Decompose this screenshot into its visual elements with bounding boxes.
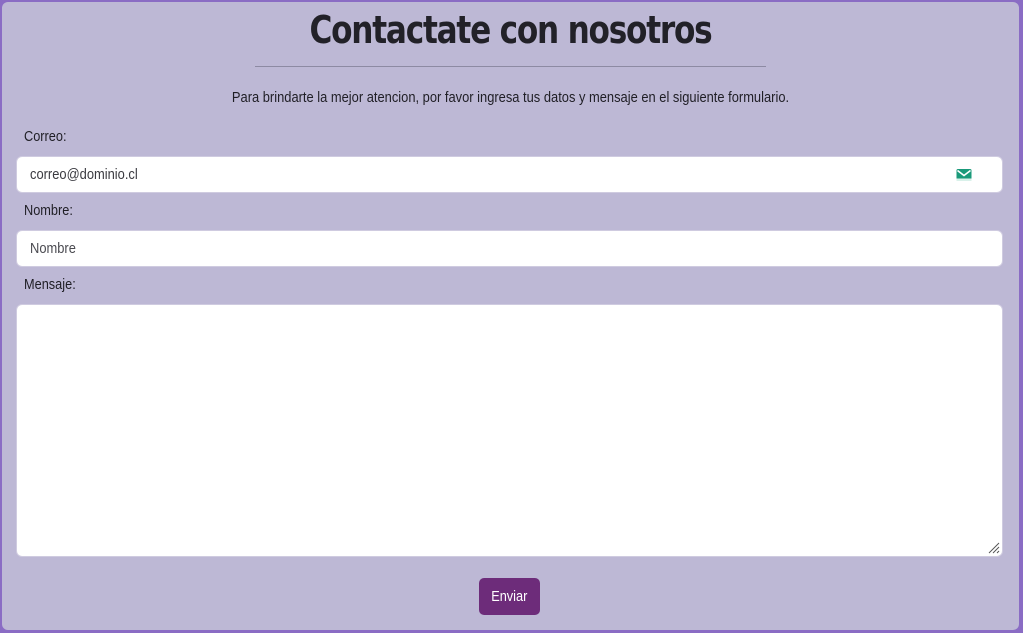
email-value: correo@dominio.cl [30,166,138,183]
name-placeholder: Nombre [30,240,76,257]
title-divider [255,66,766,67]
email-label: Correo: [24,128,67,145]
page-title: Contactate con nosotros [309,8,712,52]
send-button[interactable]: Enviar [479,578,540,615]
message-textarea[interactable] [16,304,1003,557]
send-button-label: Enviar [491,588,528,605]
page-subtitle: Para brindarte la mejor atencion, por fa… [231,89,790,106]
message-label: Mensaje: [24,276,76,293]
email-field[interactable]: correo@dominio.cl [16,156,1003,193]
contact-card: Contactate con nosotros Para brindarte l… [2,2,1019,630]
mail-icon [956,169,972,181]
name-field[interactable]: Nombre [16,230,1003,267]
resize-grip-icon[interactable] [988,542,1000,554]
name-label: Nombre: [24,202,73,219]
